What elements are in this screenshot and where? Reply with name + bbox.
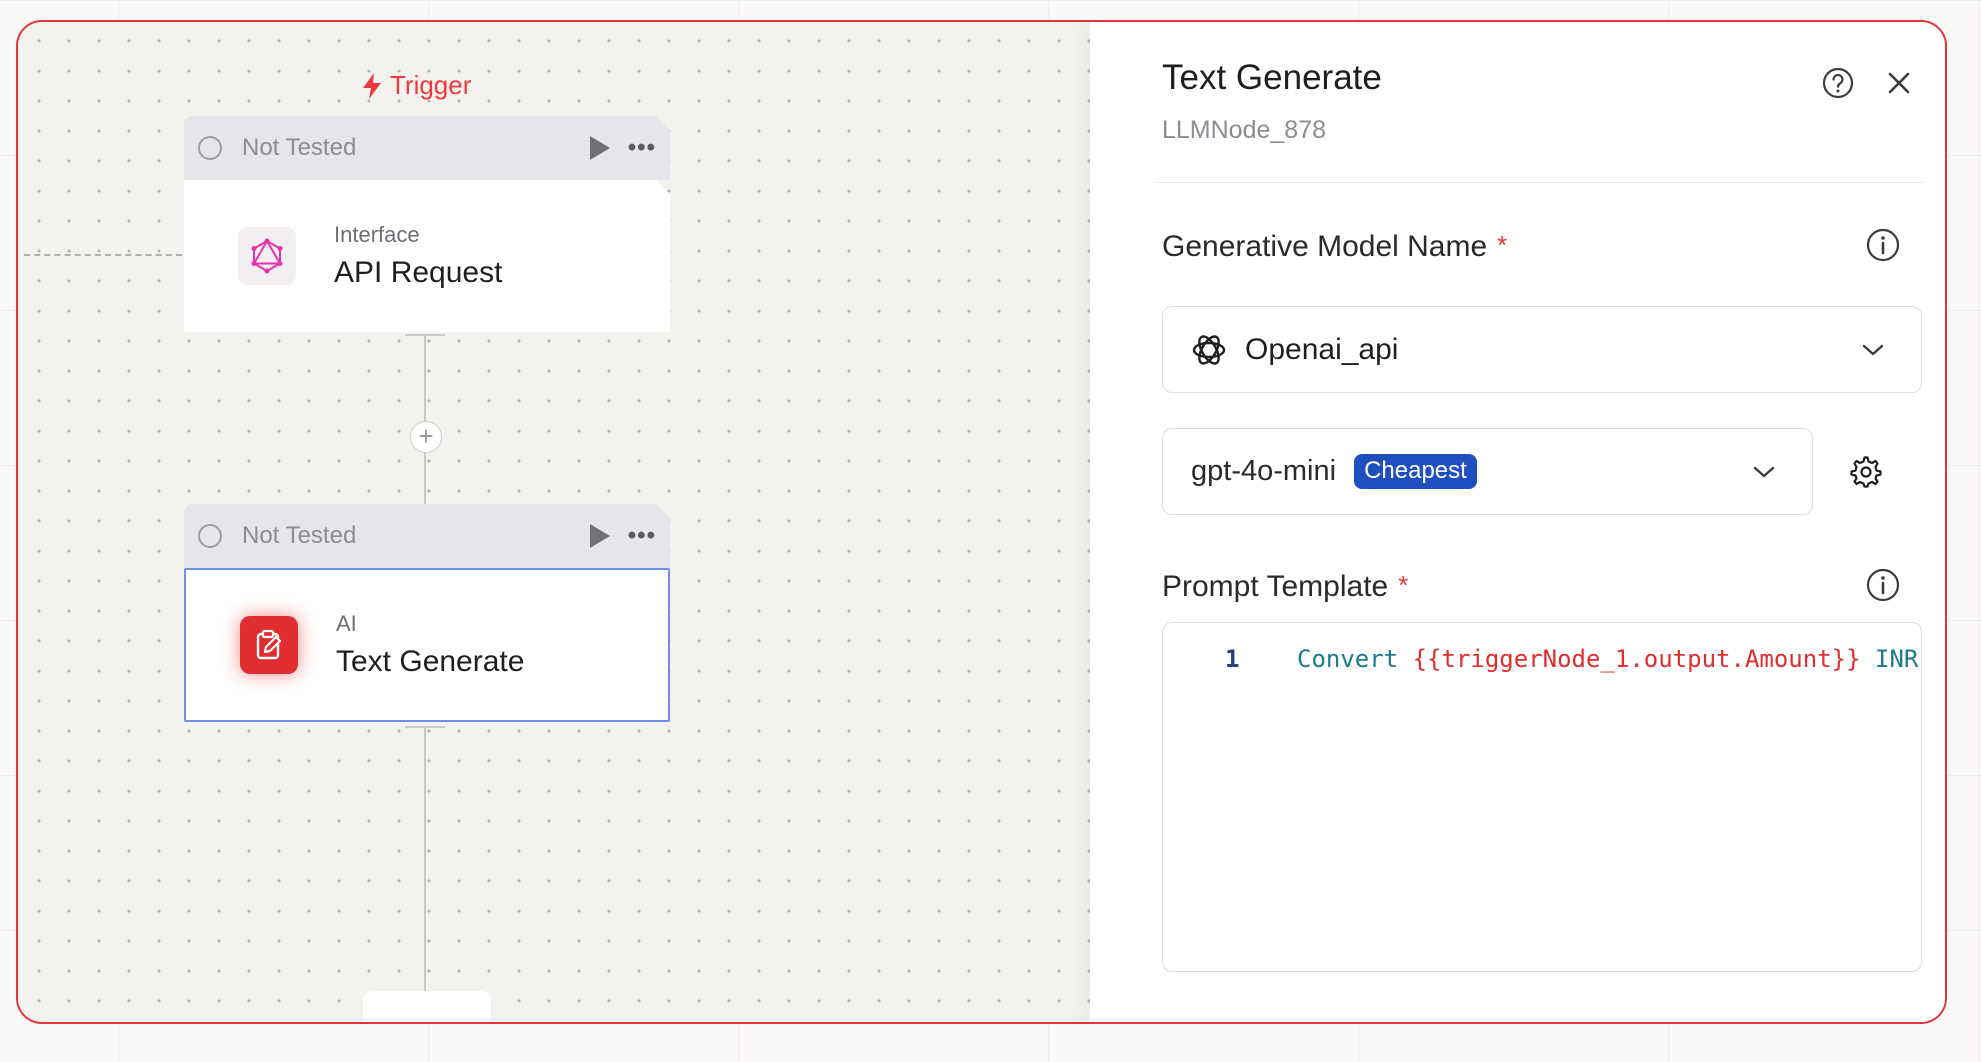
model-provider-select[interactable]: Openai_api — [1162, 306, 1922, 393]
chevron-down-icon — [1862, 344, 1884, 355]
lightning-icon — [363, 72, 381, 99]
code-rest: INR — [1875, 645, 1919, 673]
node-status: Not Tested — [242, 134, 357, 161]
connector-line — [424, 452, 426, 504]
code-text: Convert {{triggerNode_1.output.Amount}} … — [1297, 645, 1918, 673]
add-step-button[interactable]: + — [410, 421, 442, 453]
model-variant-select[interactable]: gpt-4o-mini Cheapest — [1162, 428, 1813, 515]
openai-icon — [1192, 334, 1226, 365]
code-variable: {{triggerNode_1.output.Amount}} — [1412, 645, 1861, 673]
more-options-icon[interactable]: ••• — [628, 522, 656, 550]
model-field-label-text: Generative Model Name — [1162, 230, 1488, 263]
ai-edit-icon — [240, 616, 298, 674]
connector-line — [424, 726, 426, 996]
help-icon[interactable] — [1821, 66, 1855, 100]
workflow-canvas[interactable]: Trigger Not Tested ••• Interface API Req… — [18, 22, 1090, 1022]
info-icon[interactable] — [1865, 567, 1901, 603]
node-settings-panel: Text Generate LLMNode_878 Generative Mod… — [1090, 22, 1945, 1022]
node-category: AI — [336, 611, 357, 636]
chevron-down-icon — [1753, 466, 1775, 477]
gear-icon[interactable] — [1849, 455, 1883, 489]
required-mark: * — [1497, 230, 1508, 260]
node-body[interactable]: AI Text Generate — [184, 568, 670, 722]
cheapest-badge: Cheapest — [1354, 454, 1477, 489]
node-category: Interface — [334, 222, 420, 247]
node-name: Text Generate — [336, 645, 525, 678]
info-icon[interactable] — [1865, 227, 1901, 263]
play-icon[interactable] — [589, 524, 610, 548]
panel-title: Text Generate — [1162, 58, 1382, 97]
incoming-connector — [24, 254, 182, 256]
workflow-editor: Trigger Not Tested ••• Interface API Req… — [16, 20, 1947, 1024]
node-header: Not Tested ••• — [184, 116, 670, 180]
node-text-generate[interactable]: Not Tested ••• AI Text Generate — [184, 504, 670, 722]
prompt-field-label: Prompt Template * — [1162, 570, 1408, 604]
panel-divider — [1156, 182, 1925, 183]
prompt-template-editor[interactable]: 1 Convert {{triggerNode_1.output.Amount}… — [1162, 622, 1922, 972]
play-icon[interactable] — [589, 136, 610, 160]
trigger-label-text: Trigger — [390, 70, 472, 100]
status-circle-icon — [198, 136, 222, 160]
node-id: LLMNode_878 — [1162, 116, 1327, 144]
connector-line — [424, 334, 426, 422]
next-node-stub[interactable] — [363, 991, 491, 1022]
close-icon[interactable] — [1884, 68, 1914, 98]
more-options-icon[interactable]: ••• — [628, 134, 656, 162]
required-mark: * — [1398, 570, 1409, 600]
model-variant-value: gpt-4o-mini — [1191, 455, 1337, 487]
code-keyword: Convert — [1297, 645, 1399, 673]
graphql-icon — [238, 227, 296, 285]
model-provider-value: Openai_api — [1245, 332, 1399, 366]
node-header: Not Tested ••• — [184, 504, 670, 568]
node-name: API Request — [334, 256, 503, 289]
node-api-request[interactable]: Not Tested ••• Interface API Request — [184, 116, 670, 332]
model-field-label: Generative Model Name * — [1162, 230, 1507, 264]
prompt-field-label-text: Prompt Template — [1162, 570, 1389, 603]
trigger-label: Trigger — [360, 70, 471, 101]
line-number: 1 — [1225, 645, 1240, 673]
node-status: Not Tested — [242, 522, 357, 549]
node-body[interactable]: Interface API Request — [184, 180, 670, 332]
status-circle-icon — [198, 524, 222, 548]
